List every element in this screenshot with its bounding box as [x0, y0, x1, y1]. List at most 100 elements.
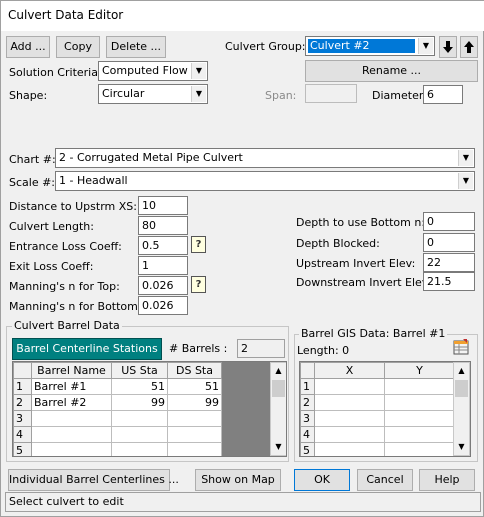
corner-cell	[13, 362, 32, 379]
help-button[interactable]: Help	[419, 469, 475, 491]
barrel-name-cell[interactable]	[31, 426, 112, 443]
table-row[interactable]: 4	[300, 426, 455, 443]
table-row[interactable]: 1	[300, 378, 455, 395]
barrel-table-scrollbar[interactable]: ▲ ▼	[270, 362, 286, 456]
y-cell[interactable]	[384, 394, 455, 411]
barrel-name-cell[interactable]: Barrel #2	[31, 394, 112, 411]
entrance-loss-field[interactable]: 0.5	[138, 236, 188, 255]
ds-sta-cell[interactable]	[167, 410, 222, 427]
table-row[interactable]: 3	[300, 410, 455, 427]
chart-select[interactable]: 2 - Corrugated Metal Pipe Culvert ▼	[55, 148, 475, 168]
downstream-invert-field[interactable]: 21.5	[423, 272, 475, 291]
show-on-map-button[interactable]: Show on Map	[195, 469, 281, 491]
table-row[interactable]: 2	[300, 394, 455, 411]
manning-top-field[interactable]: 0.026	[138, 276, 188, 295]
depth-bottom-n-field[interactable]: 0	[423, 212, 475, 231]
barrel-name-cell[interactable]	[31, 410, 112, 427]
y-cell[interactable]	[384, 426, 455, 443]
table-header-row: X Y	[300, 362, 455, 379]
barrel-name-cell[interactable]: Barrel #1	[31, 378, 112, 395]
exit-loss-field[interactable]: 1	[138, 256, 188, 275]
row-number: 2	[13, 394, 32, 411]
solution-criteria-select[interactable]: Computed Flow Co ▼	[98, 61, 208, 81]
shape-select[interactable]: Circular ▼	[98, 84, 208, 104]
shape-value: Circular	[102, 87, 145, 100]
move-up-button[interactable]	[460, 36, 478, 58]
manning-bottom-field[interactable]: 0.026	[138, 296, 188, 315]
table-row[interactable]: 3	[13, 410, 222, 427]
x-cell[interactable]	[314, 378, 385, 395]
manning-top-label: Manning's n for Top:	[9, 280, 120, 293]
diameter-field[interactable]: 6	[423, 85, 463, 104]
chart-value: 2 - Corrugated Metal Pipe Culvert	[59, 151, 243, 164]
add-button[interactable]: Add ...	[6, 36, 50, 58]
ds-sta-cell[interactable]: 51	[167, 378, 222, 395]
ok-button[interactable]: OK	[294, 469, 350, 491]
manning-bottom-label: Manning's n for Bottom:	[9, 300, 142, 313]
gis-data-group-label: Barrel GIS Data: Barrel #1	[299, 327, 448, 340]
y-cell[interactable]	[384, 410, 455, 427]
gis-length-label: Length: 0	[297, 344, 350, 357]
rename-button[interactable]: Rename ...	[305, 60, 478, 82]
us-sta-cell[interactable]	[111, 410, 168, 427]
row-number: 1	[300, 378, 315, 395]
y-cell[interactable]	[384, 378, 455, 395]
num-barrels-field: 2	[237, 339, 285, 358]
chevron-down-icon: ▼	[458, 173, 473, 189]
chevron-down-icon: ▼	[191, 63, 206, 79]
y-cell[interactable]	[384, 442, 455, 456]
barrel-centerline-stations-button[interactable]: Barrel Centerline Stations	[12, 338, 162, 360]
culvert-length-label: Culvert Length:	[9, 220, 94, 233]
table-import-icon	[453, 339, 469, 355]
exit-loss-label: Exit Loss Coeff:	[9, 260, 94, 273]
table-row[interactable]: 1 Barrel #1 51 51	[13, 378, 222, 395]
x-cell[interactable]	[314, 442, 385, 456]
us-sta-cell[interactable]	[111, 442, 168, 456]
table-row[interactable]: 4	[13, 426, 222, 443]
culvert-length-field[interactable]: 80	[138, 216, 188, 235]
scale-select[interactable]: 1 - Headwall ▼	[55, 171, 475, 191]
help-icon[interactable]: ?	[191, 276, 206, 293]
scroll-up-icon[interactable]: ▲	[454, 363, 469, 379]
scroll-thumb[interactable]	[455, 380, 468, 397]
delete-button[interactable]: Delete ...	[106, 36, 166, 58]
gis-table-scrollbar[interactable]: ▲ ▼	[453, 362, 470, 456]
help-icon[interactable]: ?	[191, 236, 206, 253]
upstream-invert-field[interactable]: 22	[423, 253, 475, 272]
barrel-name-cell[interactable]	[31, 442, 112, 456]
cancel-button[interactable]: Cancel	[357, 469, 413, 491]
us-sta-cell[interactable]	[111, 426, 168, 443]
move-down-button[interactable]	[439, 36, 457, 58]
copy-button[interactable]: Copy	[56, 36, 100, 58]
column-header: Y	[384, 362, 455, 379]
x-cell[interactable]	[314, 410, 385, 427]
span-label: Span:	[265, 89, 297, 102]
table-row[interactable]: 5	[300, 442, 455, 456]
ds-sta-cell[interactable]: 99	[167, 394, 222, 411]
distance-upstream-field[interactable]: 10	[138, 196, 188, 215]
table-row[interactable]: 2 Barrel #2 99 99	[13, 394, 222, 411]
barrel-table-container: Barrel Name US Sta DS Sta 1 Barrel #1 51…	[12, 361, 287, 457]
row-number: 5	[13, 442, 32, 456]
us-sta-cell[interactable]: 99	[111, 394, 168, 411]
depth-blocked-field[interactable]: 0	[423, 233, 475, 252]
ds-sta-cell[interactable]	[167, 442, 222, 456]
scroll-up-icon[interactable]: ▲	[271, 363, 286, 379]
scroll-down-icon[interactable]: ▼	[454, 439, 469, 455]
x-cell[interactable]	[314, 426, 385, 443]
ds-sta-cell[interactable]	[167, 426, 222, 443]
entrance-loss-label: Entrance Loss Coeff:	[9, 240, 122, 253]
table-row[interactable]: 5	[13, 442, 222, 456]
paste-coordinates-icon[interactable]	[453, 339, 469, 355]
window-title: Culvert Data Editor	[8, 8, 124, 22]
individual-barrel-centerlines-button[interactable]: Individual Barrel Centerlines ...	[8, 469, 179, 491]
solution-criteria-label: Solution Criteria:	[9, 66, 102, 79]
arrow-up-icon	[464, 41, 474, 53]
scroll-thumb[interactable]	[272, 380, 285, 397]
scroll-down-icon[interactable]: ▼	[271, 439, 286, 455]
culvert-group-label: Culvert Group:	[225, 40, 306, 53]
culvert-group-select[interactable]: Culvert #2 ▼	[305, 36, 435, 56]
us-sta-cell[interactable]: 51	[111, 378, 168, 395]
chart-label: Chart #:	[9, 153, 56, 166]
x-cell[interactable]	[314, 394, 385, 411]
